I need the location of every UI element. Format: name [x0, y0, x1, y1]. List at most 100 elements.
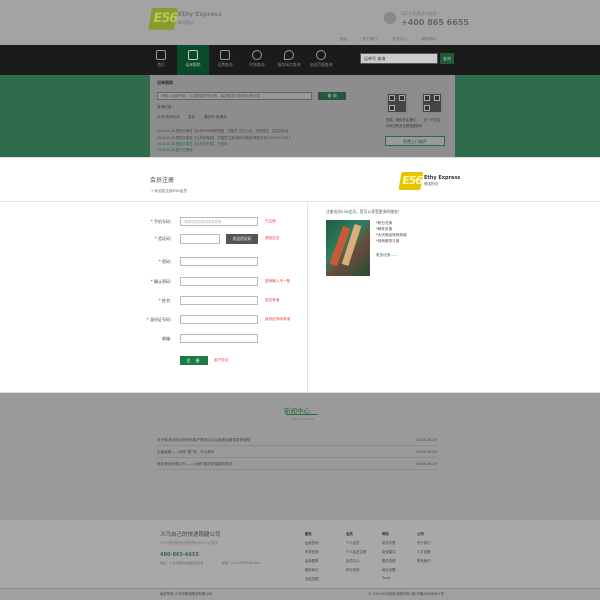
register-logo: E56 Ethy Express 联强物流: [398, 172, 460, 190]
tracking-tab-route[interactable]: 义乌-苏州长乐: [157, 115, 180, 120]
news-item[interactable]: 关于取消中国大陆所有客户服务出口后面退运服务暂停通知 2014-05-25: [157, 436, 437, 446]
benefits-title: 注册成为E56会员，您可以享受更多的服务！: [326, 209, 402, 214]
benefits-image: [326, 220, 370, 276]
footer-bottom-bar: [0, 588, 600, 600]
benefit-item: *积分兑换: [376, 221, 393, 225]
id-number-input[interactable]: [180, 315, 258, 324]
hotline: 365天免费咨询热线 +400 865 6655: [384, 10, 474, 30]
footer-link[interactable]: 会员中心: [346, 558, 360, 563]
name-label: * 姓名：: [158, 298, 174, 303]
password-input[interactable]: [180, 257, 258, 266]
tracking-row: 2014-6-16 您的订单在【义乌中转部】 扫描员王某 到件中转站 联系方式1…: [157, 136, 291, 140]
footer-link[interactable]: 运单跟踪: [305, 558, 319, 563]
tracking-row: 2014-6-18 您的订单在【义乌长乐部】 已签收: [157, 142, 228, 146]
phone-icon: [384, 12, 396, 24]
footer-link[interactable]: 派送范围: [305, 576, 319, 581]
footer-link[interactable]: 服务流程: [382, 558, 396, 563]
footer-link[interactable]: 人才招聘: [417, 549, 431, 554]
top-link-member[interactable]: 会员中心: [392, 37, 406, 43]
modal-divider: [0, 201, 600, 202]
phone-input[interactable]: 请填写您的常用手机号码: [180, 217, 258, 226]
modal-vertical-divider: [307, 202, 308, 392]
footer-link[interactable]: 运费查询: [305, 540, 319, 545]
tracking-row: 2014-6-18 客户已签收: [157, 148, 193, 152]
footer-link[interactable]: 投诉建议: [382, 549, 396, 554]
footer-col-head: 帮助: [382, 532, 389, 536]
qr1-sub: 手机扫码关注微信服务号: [386, 124, 423, 128]
phone-label: * 手机号码：: [150, 219, 174, 224]
footer-col-head: 服务: [305, 532, 312, 536]
hotline-label: 365天免费咨询热线: [401, 11, 437, 16]
footer-link[interactable]: 关于我们: [417, 540, 431, 545]
news-item-date: 2014-05-25: [416, 450, 437, 454]
user-agreement-link[interactable]: 用户协议: [214, 358, 228, 363]
footer-link[interactable]: 积分兑换: [346, 567, 360, 572]
footer-link[interactable]: 常见问题: [382, 540, 396, 545]
free-pickup-button[interactable]: 免费上门取件: [385, 136, 445, 146]
nav-item-tracking[interactable]: 运单跟踪: [177, 45, 209, 75]
register-submit-button[interactable]: 注 册: [180, 356, 208, 365]
nav-item-timing[interactable]: 时效查询: [241, 45, 273, 75]
top-link-about[interactable]: 关于我们: [362, 37, 376, 43]
news-item[interactable]: 顺丰速运有限公司——让我们追求质量服务精品 2014-05-25: [157, 460, 437, 470]
confirm-password-label: * 确认密码：: [150, 279, 174, 284]
tracking-tab-send[interactable]: 发往: [188, 115, 195, 120]
clock-icon: [252, 50, 262, 60]
code-label: * 验证码：: [154, 236, 174, 241]
register-subtitle: → 欢迎您注册E56会员: [150, 189, 188, 193]
footer-link[interactable]: Tools: [382, 576, 390, 580]
footer-link[interactable]: 个人会员注册: [346, 549, 366, 554]
nav-search-input[interactable]: 运单号 查询: [360, 53, 438, 64]
news-item-date: 2014-05-25: [416, 462, 437, 466]
home-icon: [156, 50, 166, 60]
footer-company-sub: 义乌市联强物流快递有限公司24小时服务: [160, 541, 219, 545]
tracking-input[interactable]: 请输入运单号码，以空格或逗号分隔，每次最多可查询30条记录: [157, 92, 312, 100]
email-input[interactable]: [180, 334, 258, 343]
news-item-date: 2014-05-25: [416, 438, 437, 442]
nav-item-outlets[interactable]: 服务网点查询: [273, 45, 305, 75]
search-icon: [316, 50, 326, 60]
phone-error: 已注册: [265, 219, 276, 223]
tracking-query-button[interactable]: 查 询: [318, 92, 346, 100]
qr1-label: 扫描二维码关注我们: [386, 118, 416, 122]
dollar-icon: [220, 50, 230, 60]
code-error: 请查实法: [265, 236, 280, 240]
send-code-button[interactable]: 发送验证码: [226, 234, 258, 244]
tracking-row: 2014-6-16 您的订单在【义乌E56网络快递】 扫描员 正在入仓，您的签名…: [157, 129, 291, 133]
logo-en-text: Ethy Express: [178, 11, 222, 18]
qr-code-icon: [386, 92, 408, 114]
name-input[interactable]: [180, 296, 258, 305]
footer-link[interactable]: 个人会员: [346, 540, 360, 545]
confirm-password-input[interactable]: [180, 277, 258, 286]
footer-link[interactable]: 网点加盟: [382, 567, 396, 572]
e56-logo-icon: E56: [398, 172, 424, 190]
hotline-number: +400 865 6655: [401, 18, 469, 27]
footer-address: 地址：义乌市稠州北路快递大厦: [160, 561, 204, 565]
footer-phone: 400-865-6655: [160, 552, 199, 558]
benefit-item: *大宗商品特别商城: [376, 233, 407, 237]
footer-link[interactable]: 时效查询: [305, 549, 319, 554]
footer-link[interactable]: 联系我们: [417, 558, 431, 563]
news-title-underline: [286, 414, 318, 415]
code-input[interactable]: [180, 234, 220, 244]
top-link-home[interactable]: 首页: [340, 37, 347, 43]
benefit-item: *邮件优惠: [376, 227, 393, 231]
top-link-contact[interactable]: 联系我们: [422, 37, 436, 43]
top-links: 首页 | 关于我们 | 会员中心 | 联系我们: [340, 37, 436, 43]
nav-item-freight[interactable]: 运费查询: [209, 45, 241, 75]
register-title: 会员注册: [150, 177, 175, 184]
truck-icon: [188, 50, 198, 60]
brand-logo[interactable]: E56 Ethy Express 联强物流: [148, 8, 222, 30]
more-benefits-link[interactable]: 更多优惠......: [376, 253, 397, 258]
location-icon: [284, 50, 294, 60]
footer-company: 义乌自己的快递跑腿公司: [160, 532, 221, 538]
footer-link[interactable]: 服务网点: [305, 567, 319, 572]
news-item-title: 顺丰速运有限公司——让我们追求质量服务精品: [157, 462, 233, 466]
nav-search-button[interactable]: 查询: [440, 53, 454, 64]
nav-item-home[interactable]: 首页: [145, 45, 177, 75]
news-item-title: 出路途期——玩转“楼”家，开心顺丰: [157, 450, 215, 454]
tracking-tab-status[interactable]: 爬行中 查询中: [204, 115, 227, 120]
id-number-label: * 身份证号码：: [146, 317, 174, 322]
nav-item-range[interactable]: 派送范围查询: [305, 45, 337, 75]
news-item[interactable]: 出路途期——玩转“楼”家，开心顺丰 2014-05-25: [157, 448, 437, 458]
